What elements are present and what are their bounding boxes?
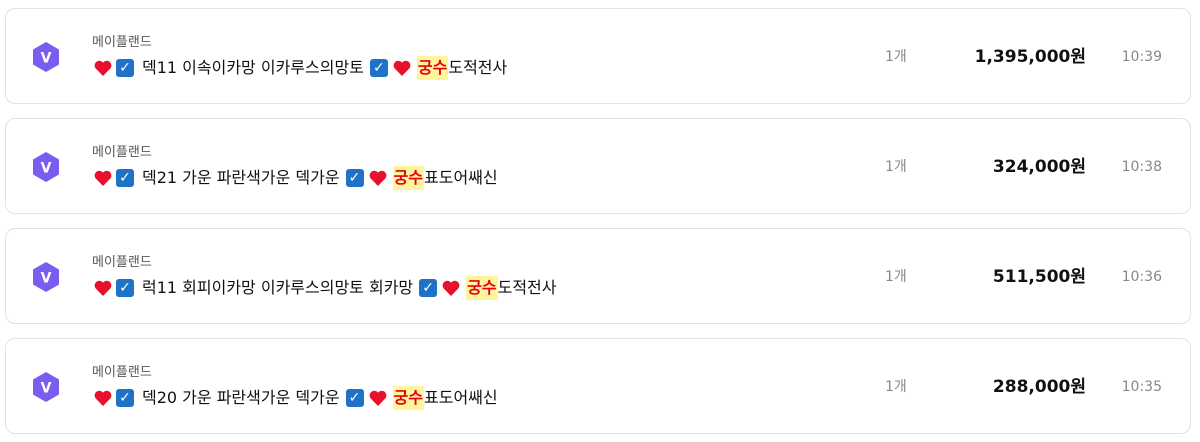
listing-row[interactable]: V 메이플랜드 ✓ 덱21 가운 파란색가운 덱가운 ✓ 궁수 표도어쌔신 1개 … — [5, 118, 1191, 214]
highlight-keyword: 궁수 — [416, 56, 449, 80]
item-name: 덱21 가운 파란색가운 덱가운 — [142, 168, 340, 187]
item-title: ✓ 덱11 이속이카망 이카루스의망토 ✓ 궁수 도적전사 — [93, 56, 507, 80]
heart-icon — [369, 390, 386, 406]
timestamp: 10:35 — [1121, 379, 1162, 395]
svg-text:V: V — [41, 271, 52, 287]
server-name: 메이플랜드 — [92, 255, 152, 270]
heart-icon — [94, 280, 112, 296]
listing-row[interactable]: V 메이플랜드 ✓ 덱11 이속이카망 이카루스의망토 ✓ 궁수 도적전사 1개 … — [5, 8, 1191, 104]
price: 1,395,000원 — [974, 47, 1086, 67]
check-icon: ✓ — [116, 169, 134, 187]
quantity: 1개 — [885, 49, 907, 65]
maple-logo-icon: V — [30, 261, 62, 293]
item-title: ✓ 덱21 가운 파란색가운 덱가운 ✓ 궁수 표도어쌔신 — [93, 166, 498, 190]
item-name: 덱20 가운 파란색가운 덱가운 — [142, 388, 340, 407]
check-icon: ✓ — [345, 169, 364, 187]
heart-icon — [369, 170, 386, 186]
check-icon: ✓ — [419, 279, 438, 297]
check-icon: ✓ — [116, 279, 134, 297]
maple-logo-icon: V — [30, 41, 62, 73]
check-icon: ✓ — [369, 59, 388, 77]
maple-logo-icon: V — [30, 371, 62, 403]
timestamp: 10:39 — [1121, 49, 1162, 65]
job-text: 도적전사 — [448, 58, 508, 77]
heart-icon — [94, 390, 112, 406]
svg-text:V: V — [41, 51, 52, 67]
check-icon: ✓ — [345, 389, 364, 407]
check-icon: ✓ — [116, 59, 134, 77]
highlight-keyword: 궁수 — [392, 386, 424, 410]
server-name: 메이플랜드 — [92, 365, 152, 380]
server-name: 메이플랜드 — [92, 35, 152, 50]
maple-logo-icon: V — [30, 151, 62, 183]
item-title: ✓ 럭11 회피이카망 이카루스의망토 회카망 ✓ 궁수 도적전사 — [93, 276, 556, 300]
job-text: 표도어쌔신 — [424, 388, 498, 407]
timestamp: 10:38 — [1121, 159, 1162, 175]
svg-text:V: V — [41, 381, 52, 397]
heart-icon — [393, 60, 411, 76]
job-text: 도적전사 — [497, 278, 557, 297]
svg-text:V: V — [41, 161, 52, 177]
job-text: 표도어쌔신 — [424, 168, 498, 187]
item-name: 덱11 이속이카망 이카루스의망토 — [142, 58, 364, 77]
heart-icon — [94, 170, 112, 186]
heart-icon — [94, 60, 112, 76]
quantity: 1개 — [885, 159, 907, 175]
listing-row[interactable]: V 메이플랜드 ✓ 덱20 가운 파란색가운 덱가운 ✓ 궁수 표도어쌔신 1개 … — [5, 338, 1191, 434]
heart-icon — [442, 280, 460, 296]
highlight-keyword: 궁수 — [466, 276, 498, 300]
quantity: 1개 — [885, 379, 907, 395]
listing-list: V 메이플랜드 ✓ 덱11 이속이카망 이카루스의망토 ✓ 궁수 도적전사 1개 … — [0, 0, 1200, 442]
check-icon: ✓ — [116, 389, 134, 407]
item-title: ✓ 덱20 가운 파란색가운 덱가운 ✓ 궁수 표도어쌔신 — [93, 386, 498, 410]
timestamp: 10:36 — [1121, 269, 1162, 285]
price: 288,000원 — [992, 377, 1086, 397]
server-name: 메이플랜드 — [92, 145, 152, 160]
item-name: 럭11 회피이카망 이카루스의망토 회카망 — [142, 278, 414, 297]
quantity: 1개 — [885, 269, 907, 285]
price: 324,000원 — [992, 157, 1086, 177]
highlight-keyword: 궁수 — [392, 166, 424, 190]
listing-row[interactable]: V 메이플랜드 ✓ 럭11 회피이카망 이카루스의망토 회카망 ✓ 궁수 도적전사… — [5, 228, 1191, 324]
price: 511,500원 — [992, 267, 1086, 287]
